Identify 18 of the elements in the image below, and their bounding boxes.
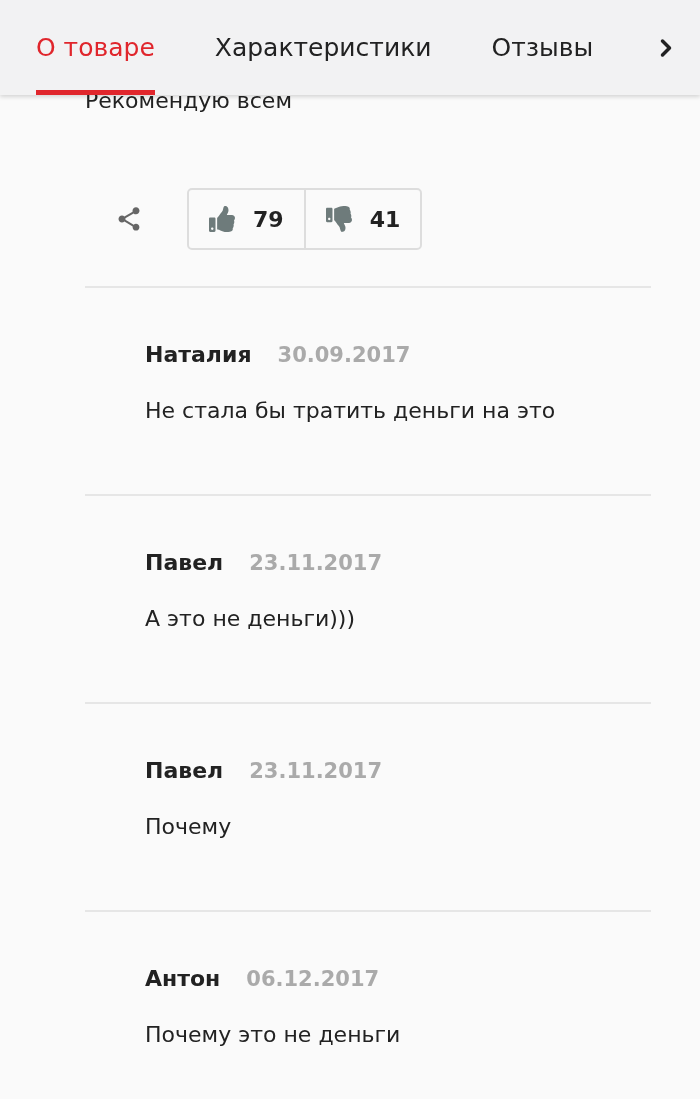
tab[interactable]: О товаре: [36, 0, 155, 95]
comment-text: Не стала бы тратить деньги на это: [145, 396, 557, 425]
like-button[interactable]: 79: [189, 190, 306, 248]
comment-author: Наталия: [145, 341, 252, 369]
tab[interactable]: Отзывы: [491, 0, 594, 95]
thumbs-down-icon: [325, 206, 352, 232]
comment-author: Павел: [145, 549, 224, 577]
dislike-button[interactable]: 41: [305, 190, 421, 248]
thumbs-up-icon: [209, 206, 235, 232]
comment-date: 30.09.2017: [277, 342, 411, 369]
comment-text: Почему: [145, 812, 233, 841]
comment-date: 06.12.2017: [246, 966, 380, 993]
comment-text: Почему это не деньги: [145, 1020, 402, 1049]
comment-date: 23.11.2017: [249, 550, 383, 577]
comment-text: А это не деньги))): [145, 604, 356, 633]
comment-author: Антон: [145, 965, 221, 993]
comment-date: 23.11.2017: [249, 758, 383, 785]
comment-author: Павел: [145, 757, 224, 785]
